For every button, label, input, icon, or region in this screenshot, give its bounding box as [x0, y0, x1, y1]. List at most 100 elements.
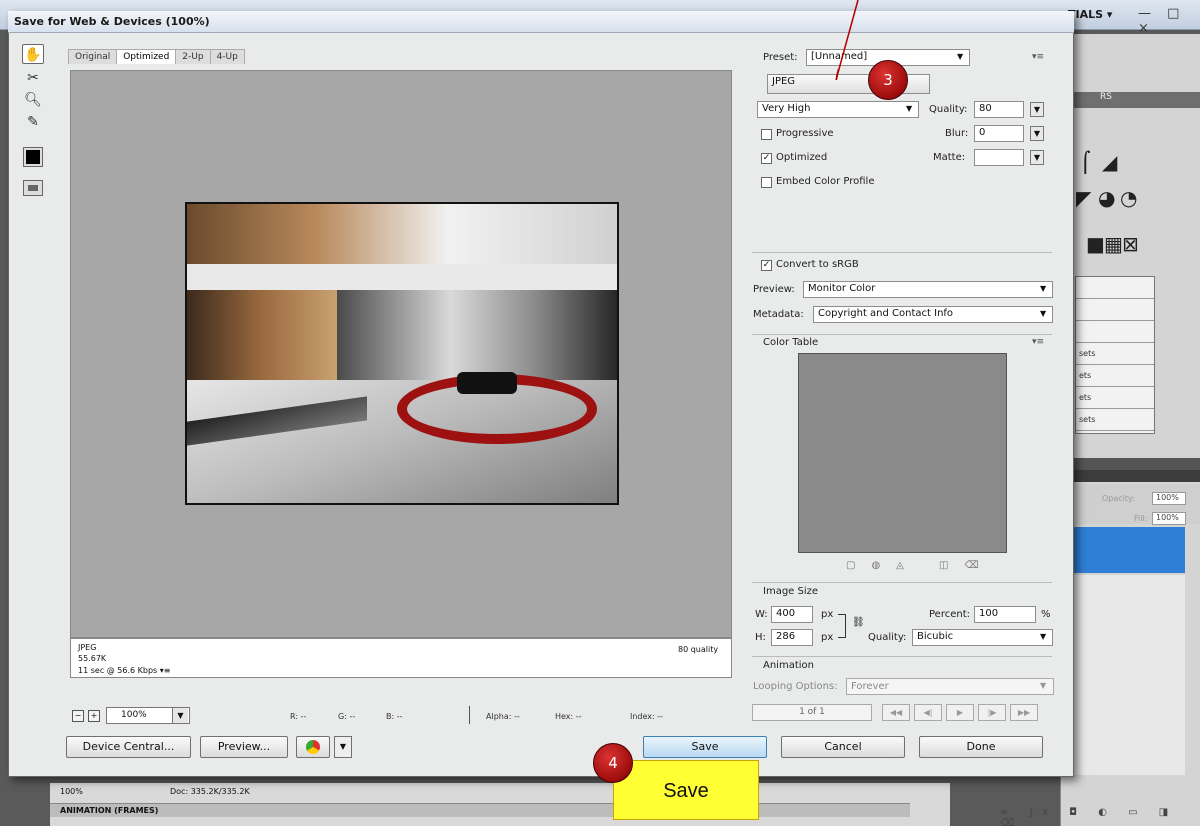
animation-label: Animation [763, 660, 814, 671]
play-icon[interactable]: ▶ [946, 704, 974, 721]
status-doc-size: Doc: 335.2K/335.2K [170, 787, 250, 796]
zoom-tool-icon[interactable]: 🔍︎ [22, 90, 44, 110]
quality-slider-icon[interactable]: ▼ [1030, 102, 1044, 117]
cancel-button[interactable]: Cancel [781, 736, 905, 758]
browser-select-chevron-icon[interactable]: ▼ [334, 736, 352, 758]
height-label: H: [755, 632, 766, 643]
first-frame-icon[interactable]: ◀◀ [882, 704, 910, 721]
link-icon[interactable]: ⛓ [852, 617, 865, 628]
matte-label: Matte: [933, 152, 966, 163]
constrain-bracket [838, 614, 846, 638]
hand-tool-icon[interactable]: ✋ [22, 44, 44, 64]
percent-unit: % [1041, 609, 1051, 620]
blur-slider-icon[interactable]: ▼ [1030, 126, 1044, 141]
adjustment-levels-icon[interactable]: ◢ [1102, 150, 1117, 174]
slice-select-tool-icon[interactable]: ✂ [22, 68, 44, 88]
preview-image[interactable] [185, 202, 619, 505]
opacity-field[interactable]: 100% [1152, 492, 1186, 505]
optimize-menu-icon[interactable]: ▾≡ [1032, 52, 1044, 62]
workspace-switcher[interactable]: TIALS ▾ [1068, 8, 1112, 21]
window-controls[interactable]: — □ × [1138, 6, 1200, 36]
compression-chevron-icon[interactable]: ▼ [906, 104, 912, 113]
zoom-out-button[interactable]: − [72, 710, 84, 722]
preview-color-label: Preview: [753, 284, 795, 295]
info-quality: 80 quality [678, 645, 719, 654]
blur-input[interactable]: 0 [974, 125, 1024, 142]
resample-chevron-icon[interactable]: ▼ [1040, 632, 1046, 641]
metadata-chevron-icon[interactable]: ▼ [1040, 309, 1046, 318]
height-unit: px [821, 632, 834, 643]
preset-row[interactable] [1076, 299, 1154, 321]
color-table[interactable] [798, 353, 1007, 553]
device-central-button[interactable]: Device Central... [66, 736, 191, 758]
animation-panel-tab[interactable]: ANIMATION (FRAMES) [50, 803, 910, 817]
info-download-time[interactable]: 11 sec @ 56.6 Kbps ▾≡ [78, 666, 171, 675]
quality-input[interactable]: 80 [974, 101, 1024, 118]
adjustment-mask-icon[interactable]: ◕ [1098, 186, 1115, 210]
optimized-checkbox[interactable]: ✓ [761, 153, 772, 164]
preview-chevron-icon[interactable]: ▼ [1040, 284, 1046, 293]
next-frame-icon[interactable]: |▶ [978, 704, 1006, 721]
fill-field[interactable]: 100% [1152, 512, 1186, 525]
done-button[interactable]: Done [919, 736, 1043, 758]
tab-original[interactable]: Original [68, 49, 118, 64]
preview-color-select[interactable]: Monitor Color [803, 281, 1053, 298]
resample-quality-select[interactable]: Bicubic [912, 629, 1053, 646]
preset-row[interactable] [1076, 321, 1154, 343]
metadata-label: Metadata: [753, 309, 804, 320]
tab-2-up[interactable]: 2-Up [175, 49, 211, 64]
preset-chevron-icon[interactable]: ▼ [957, 52, 963, 61]
tab-4-up[interactable]: 4-Up [209, 49, 245, 64]
color-table-menu-icon[interactable]: ▾≡ [1032, 337, 1044, 347]
presets-list[interactable]: sets ets ets sets [1075, 276, 1155, 434]
preset-row[interactable]: ets [1076, 387, 1154, 409]
color-table-icons[interactable]: ▢◍◬ ◫⌫ [846, 560, 995, 571]
looping-options-select[interactable]: Forever [846, 678, 1054, 695]
save-annotation-label: Save [613, 760, 759, 820]
width-label: W: [755, 609, 768, 620]
eyedropper-tool-icon[interactable]: ✎ [22, 112, 44, 132]
readout-g: G: -- [338, 712, 356, 721]
progressive-label: Progressive [776, 128, 834, 139]
info-format: JPEG [78, 643, 97, 652]
adjustment-threshold-icon[interactable]: ⊠ [1122, 232, 1139, 256]
looping-chevron-icon[interactable]: ▼ [1040, 681, 1046, 690]
matte-select[interactable] [974, 149, 1024, 166]
compression-select[interactable]: Very High [757, 101, 919, 118]
matte-chevron-icon[interactable]: ▼ [1030, 150, 1044, 165]
chevron-down-icon[interactable]: ▼ [172, 708, 188, 723]
previous-frame-icon[interactable]: ◀| [914, 704, 942, 721]
preset-label: Preset: [763, 52, 798, 63]
last-frame-icon[interactable]: ▶▶ [1010, 704, 1038, 721]
percent-input[interactable]: 100 [974, 606, 1036, 623]
tab-optimized[interactable]: Optimized [116, 49, 177, 64]
status-zoom[interactable]: 100% [60, 787, 83, 796]
width-input[interactable]: 400 [771, 606, 813, 623]
readout-alpha: Alpha: -- [486, 712, 520, 721]
adjustment-solid-icon[interactable]: ■ [1086, 232, 1105, 256]
download-menu-icon[interactable]: ▾≡ [160, 666, 171, 675]
readout-r: R: -- [290, 712, 307, 721]
image-size-label: Image Size [763, 586, 819, 597]
zoom-in-button[interactable]: + [88, 710, 100, 722]
preset-row[interactable] [1076, 277, 1154, 299]
toggle-slices-icon[interactable] [23, 180, 43, 196]
convert-srgb-checkbox[interactable]: ✓ [761, 260, 772, 271]
adjustment-triangle-icon[interactable]: ◤ [1076, 186, 1091, 210]
selected-layer-row[interactable] [1070, 527, 1185, 573]
adjustment-mixer-icon[interactable]: ◔ [1120, 186, 1137, 210]
embed-color-profile-checkbox[interactable] [761, 177, 772, 188]
metadata-select[interactable]: Copyright and Contact Info [813, 306, 1053, 323]
layers-panel-bar [1060, 458, 1200, 470]
preview-button[interactable]: Preview... [200, 736, 288, 758]
adjustment-curves-icon[interactable]: ⌠ [1080, 150, 1090, 174]
preset-row[interactable]: sets [1076, 409, 1154, 431]
adjustment-gradient-icon[interactable]: ▦ [1104, 232, 1123, 256]
height-input[interactable]: 286 [771, 629, 813, 646]
preset-row[interactable]: sets [1076, 343, 1154, 365]
eyedropper-color-swatch[interactable] [23, 147, 43, 167]
readout-b: B: -- [386, 712, 403, 721]
preset-row[interactable]: ets [1076, 365, 1154, 387]
progressive-checkbox[interactable] [761, 129, 772, 140]
save-button[interactable]: Save [643, 736, 767, 758]
